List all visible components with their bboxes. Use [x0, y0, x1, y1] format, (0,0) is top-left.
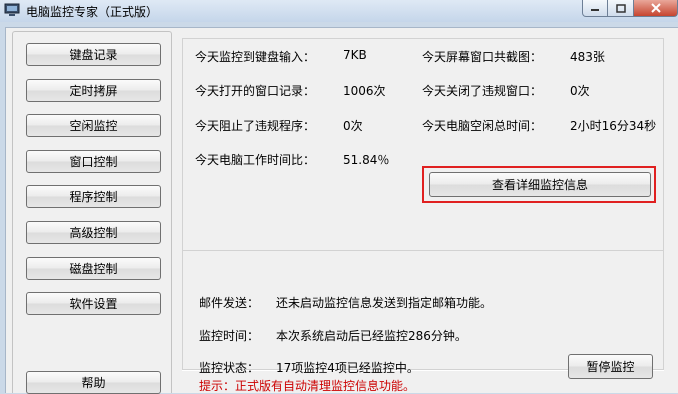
stats-panel — [182, 38, 664, 250]
window-records-label: 今天打开的窗口记录： — [195, 84, 316, 98]
minimize-icon — [591, 9, 599, 11]
monitor-status-value: 17项监控4项已经监控中。 — [276, 361, 419, 375]
sidebar-item-window-control[interactable]: 窗口控制 — [26, 150, 161, 173]
view-details-button[interactable]: 查看详细监控信息 — [429, 172, 651, 197]
maximize-button[interactable] — [608, 0, 634, 17]
sidebar-item-keyboard-log[interactable]: 键盘记录 — [26, 43, 161, 66]
work-ratio-value: 51.84％ — [343, 153, 390, 167]
help-button[interactable]: 帮助 — [26, 371, 161, 394]
sidebar-item-settings[interactable]: 软件设置 — [26, 292, 161, 315]
window-records-value: 1006次 — [343, 84, 386, 98]
close-icon — [650, 3, 661, 13]
keyboard-input-value: 7KB — [343, 48, 367, 62]
closed-windows-value: 0次 — [570, 84, 590, 98]
monitor-time-label: 监控时间： — [199, 329, 260, 343]
sidebar-item-program-control[interactable]: 程序控制 — [26, 185, 161, 208]
minimize-button[interactable] — [582, 0, 608, 17]
content-area: 今天监控到键盘输入： 7KB 今天屏幕窗口共截图： 483张 今天打开的窗口记录… — [182, 38, 664, 393]
sidebar-item-advanced-control[interactable]: 高级控制 — [26, 221, 161, 244]
window-controls — [582, 0, 678, 18]
close-button[interactable] — [634, 0, 678, 17]
idle-time-value: 2小时16分34秒 — [570, 119, 657, 133]
monitor-status-label: 监控状态： — [199, 361, 260, 375]
sidebar-item-idle-monitor[interactable]: 空闲监控 — [26, 114, 161, 137]
closed-windows-label: 今天关闭了违规窗口： — [422, 84, 543, 98]
monitor-time-value: 本次系统启动后已经监控286分钟。 — [276, 329, 467, 343]
sidebar-item-timed-screenshot[interactable]: 定时拷屏 — [26, 79, 161, 102]
pause-monitor-button[interactable]: 暂停监控 — [568, 354, 653, 379]
tip-text: 提示：正式版有自动清理监控信息功能。 — [199, 379, 416, 393]
sidebar-item-disk-control[interactable]: 磁盘控制 — [26, 257, 161, 280]
maximize-icon — [615, 3, 626, 13]
window-title: 电脑监控专家（正式版） — [26, 5, 159, 19]
mail-value: 还未启动监控信息发送到指定邮箱功能。 — [276, 296, 493, 310]
blocked-programs-label: 今天阻止了违规程序： — [195, 119, 316, 133]
mail-label: 邮件发送： — [199, 296, 260, 310]
idle-time-label: 今天电脑空闲总时间： — [422, 119, 543, 133]
work-ratio-label: 今天电脑工作时间比： — [195, 153, 316, 167]
title-bar: 电脑监控专家（正式版） — [0, 0, 678, 22]
main-window: 键盘记录 定时拷屏 空闲监控 窗口控制 程序控制 高级控制 磁盘控制 软件设置 … — [5, 27, 678, 394]
app-icon — [4, 3, 20, 16]
keyboard-input-label: 今天监控到键盘输入： — [195, 50, 316, 64]
blocked-programs-value: 0次 — [343, 119, 363, 133]
screenshot-count-value: 483张 — [570, 50, 605, 64]
screenshot-count-label: 今天屏幕窗口共截图： — [422, 50, 543, 64]
